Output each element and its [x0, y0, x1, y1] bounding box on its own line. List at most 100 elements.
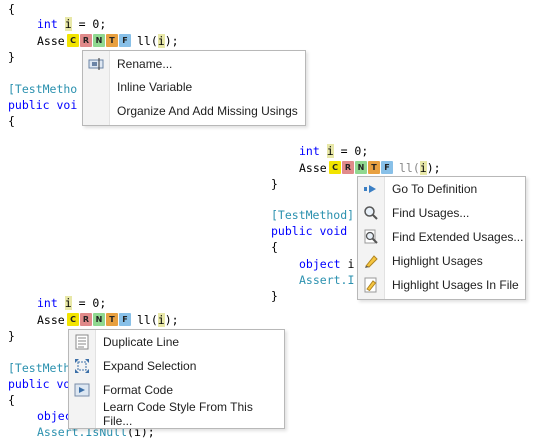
menu-item-label: Learn Code Style From This File...	[103, 400, 253, 428]
expand-selection-icon	[74, 358, 90, 374]
variable-i-arg[interactable]: i	[157, 313, 165, 327]
variable-i[interactable]: i	[64, 296, 72, 310]
navigation-letters[interactable]: C R N T F	[67, 313, 132, 327]
format-code-icon	[74, 382, 90, 398]
code-brace-open: {	[271, 240, 278, 254]
keyword-object: object	[299, 257, 341, 271]
magnifier-icon	[363, 205, 379, 221]
menu-item-highlight-usages-in-file[interactable]: Highlight Usages In File	[358, 273, 525, 297]
code-brace-open-2: {	[8, 114, 15, 128]
code-brace-open: {	[8, 2, 15, 16]
code-assert-line: Assert.I	[299, 272, 354, 288]
keyword-void: void	[319, 224, 348, 238]
letter-r-button[interactable]: R	[80, 313, 92, 326]
code-ll-suffix: ll(i);	[137, 312, 179, 328]
letter-n-button[interactable]: N	[93, 313, 105, 326]
navigation-letters[interactable]: C R N T F	[67, 34, 132, 48]
letter-t-button[interactable]: T	[106, 313, 118, 326]
code-public-line: public void	[271, 223, 347, 239]
letter-r-button[interactable]: R	[342, 161, 354, 174]
code-object-line: object i	[299, 256, 354, 272]
menu-item-expand-selection[interactable]: Expand Selection	[69, 354, 284, 378]
menu-item-format-code[interactable]: Format Code	[69, 378, 284, 402]
keyword-public: public	[8, 98, 50, 112]
code-ll: ll(	[137, 34, 158, 48]
letter-c-button[interactable]: C	[67, 34, 79, 47]
code-ll: ll(	[137, 313, 158, 327]
code-attr-line: [TestMethod]	[271, 207, 354, 223]
code-close-paren: );	[426, 161, 441, 175]
code-ll-suffix: ll(i);	[137, 33, 179, 49]
keyword-object: objec	[37, 409, 72, 423]
code-brace-close: }	[8, 50, 15, 64]
code-line-assert-2: Asse	[299, 160, 327, 176]
variable-i[interactable]: i	[326, 144, 334, 158]
code-close-paren: );	[164, 313, 179, 327]
attribute-testmethod: [TestMethod]	[271, 208, 355, 222]
code-ll-suffix: ll(i);	[399, 160, 441, 176]
letter-c-button[interactable]: C	[67, 313, 79, 326]
menu-item-find-extended-usages[interactable]: Find Extended Usages...	[358, 225, 525, 249]
code-brace-close: }	[271, 177, 278, 191]
highlighter-icon	[363, 253, 379, 269]
duplicate-line-icon	[74, 334, 90, 350]
code-line-assert-3: Asse	[37, 312, 65, 328]
keyword-int: int	[37, 17, 58, 31]
highlighter-file-icon	[363, 277, 379, 293]
variable-i-arg[interactable]: i	[157, 34, 165, 48]
context-menu-refactor: Rename... Inline Variable Organize And A…	[82, 50, 306, 126]
keyword-void: voi	[56, 98, 78, 112]
menu-item-find-usages[interactable]: Find Usages...	[358, 201, 525, 225]
letter-t-button[interactable]: T	[106, 34, 118, 47]
code-object-line: objec	[37, 408, 72, 424]
menu-item-label: Organize And Add Missing Usings	[117, 104, 298, 118]
attribute-testmethod: [TestMeth	[8, 361, 71, 375]
code-attr-line: [TestMeth	[8, 360, 70, 376]
letter-r-button[interactable]: R	[80, 34, 92, 47]
menu-item-label: Inline Variable	[117, 80, 193, 94]
menu-item-label: Find Usages...	[392, 206, 470, 220]
menu-item-learn-code-style[interactable]: Learn Code Style From This File...	[69, 400, 284, 428]
code-line-int-2: int i = 0;	[299, 143, 368, 159]
letter-f-button[interactable]: F	[119, 34, 131, 47]
menu-item-label: Duplicate Line	[103, 335, 180, 349]
code-assign: = 0;	[333, 144, 369, 158]
navigation-letters[interactable]: C R N T F	[329, 161, 394, 175]
menu-item-label: Rename...	[117, 57, 173, 71]
code-public-line: public voi	[8, 97, 77, 113]
menu-item-label: Find Extended Usages...	[392, 230, 524, 244]
letter-f-button[interactable]: F	[119, 313, 131, 326]
goto-arrow-icon	[363, 181, 379, 197]
code-line-int-3: int i = 0;	[37, 295, 106, 311]
context-menu-navigate: Go To Definition Find Usages... Find Ext…	[357, 176, 526, 300]
code-object-var: i	[340, 257, 355, 271]
menu-item-label: Highlight Usages	[392, 254, 483, 268]
letter-f-button[interactable]: F	[381, 161, 393, 174]
menu-item-label: Highlight Usages In File	[392, 278, 519, 292]
variable-i[interactable]: i	[64, 17, 72, 31]
menu-item-organize-usings[interactable]: Organize And Add Missing Usings	[83, 99, 305, 123]
menu-item-label: Expand Selection	[103, 359, 197, 373]
keyword-public: public	[271, 224, 313, 238]
code-asse: Asse	[37, 34, 65, 48]
code-assert-is: Assert.I	[299, 273, 355, 287]
code-assign: = 0;	[71, 17, 107, 31]
letter-c-button[interactable]: C	[329, 161, 341, 174]
variable-i-arg[interactable]: i	[419, 161, 427, 175]
code-brace-close: }	[271, 289, 278, 303]
code-brace-close: }	[8, 329, 15, 343]
letter-t-button[interactable]: T	[368, 161, 380, 174]
code-asse: Asse	[37, 313, 65, 327]
menu-item-inline-variable[interactable]: Inline Variable	[83, 75, 305, 99]
code-brace-open: {	[8, 393, 15, 407]
code-line-assert: Asse	[37, 33, 65, 49]
keyword-int: int	[37, 296, 58, 310]
context-menu-editing: Duplicate Line Expand Selection Format C…	[68, 329, 285, 429]
menu-item-rename[interactable]: Rename...	[83, 52, 305, 76]
menu-item-highlight-usages[interactable]: Highlight Usages	[358, 249, 525, 273]
menu-item-go-to-definition[interactable]: Go To Definition	[358, 177, 525, 201]
menu-item-duplicate-line[interactable]: Duplicate Line	[69, 330, 284, 354]
letter-n-button[interactable]: N	[93, 34, 105, 47]
keyword-int: int	[299, 144, 320, 158]
letter-n-button[interactable]: N	[355, 161, 367, 174]
